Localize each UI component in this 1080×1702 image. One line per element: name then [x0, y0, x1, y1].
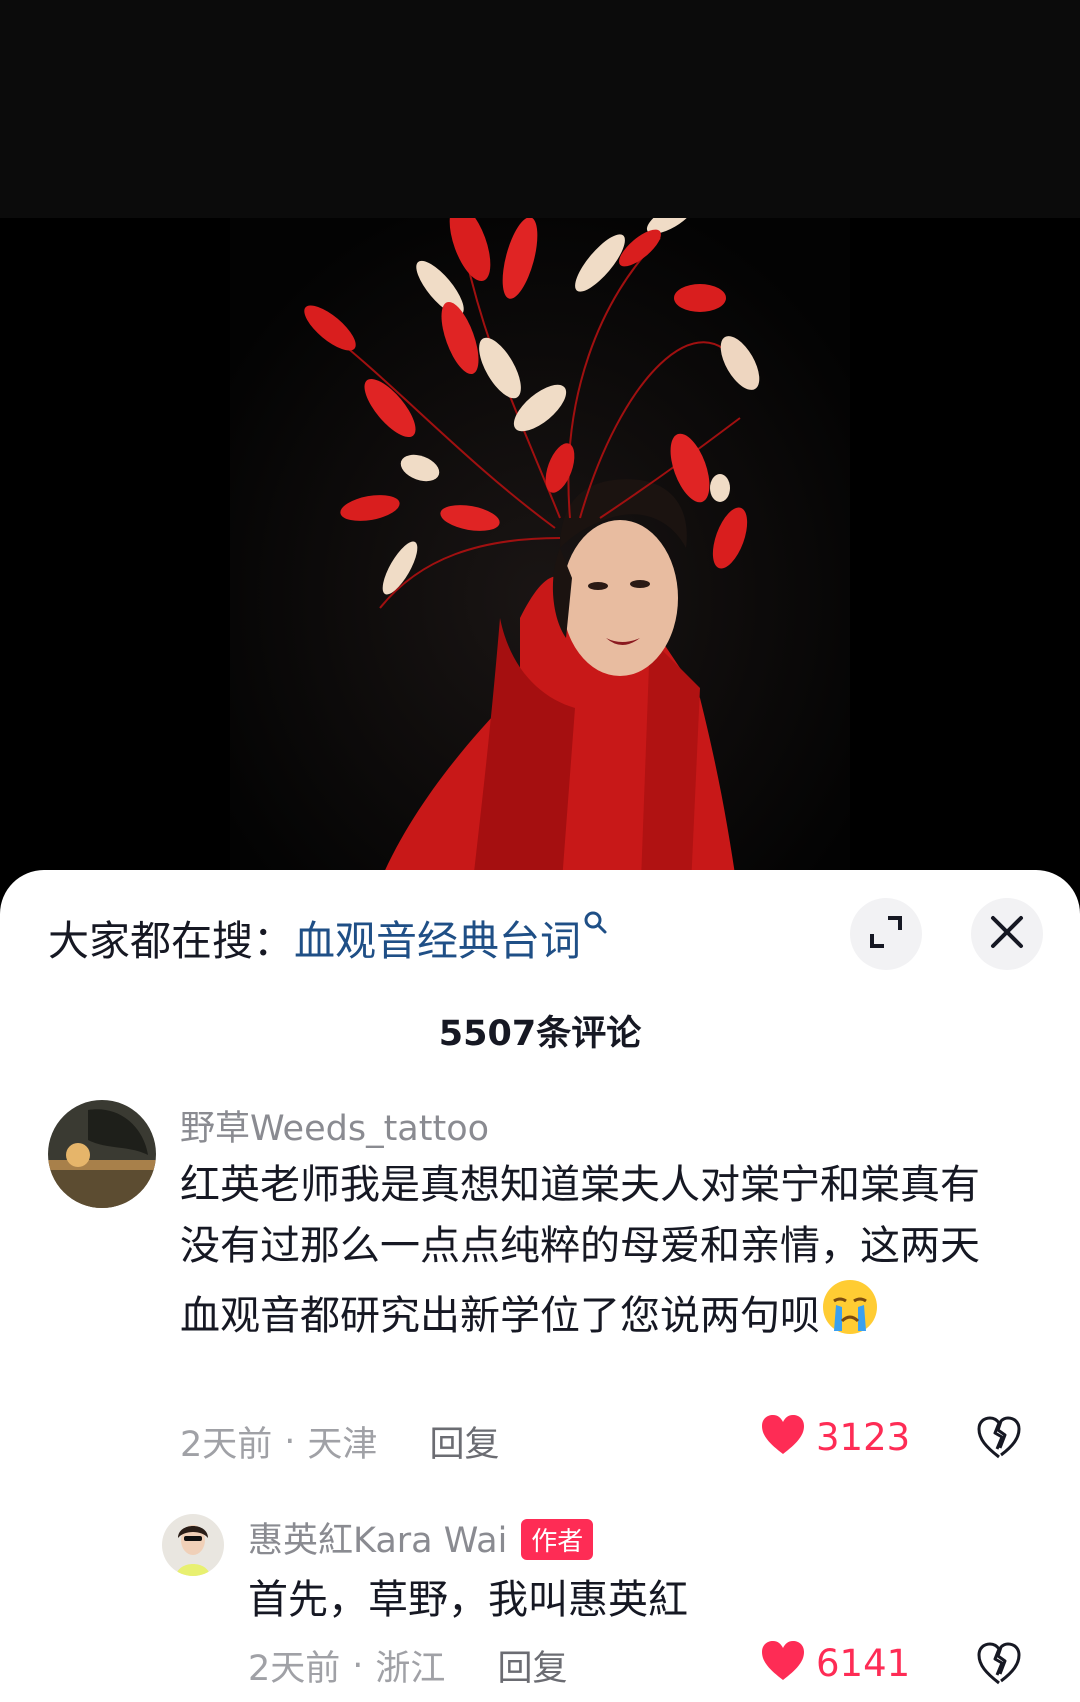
comment-sheet: 大家都在搜： 血观音经典台词 5507条评论 野草Weeds_tattoo 红英… [0, 870, 1080, 1702]
portrait-image [0, 218, 1080, 908]
top-bar [0, 0, 1080, 218]
reply-meta: 2天前 · 浙江 回复 [248, 1640, 567, 1691]
reply-location: 浙江 [375, 1649, 446, 1689]
video-frame[interactable] [0, 218, 1080, 908]
reply-username-text: 惠英紅Kara Wai [248, 1521, 508, 1561]
reply-time: 2天前 [248, 1649, 341, 1689]
reply-avatar[interactable] [162, 1514, 224, 1576]
reply-like-count: 6141 [816, 1641, 911, 1685]
meta-separator: · [352, 1645, 364, 1686]
reply-item: 惠英紅Kara Wai 作者 首先，草野，我叫惠英紅 2天前 · 浙江 回复 61… [0, 870, 1080, 1702]
dislike-icon[interactable] [976, 1642, 1022, 1690]
reply-like-button[interactable]: 6141 [760, 1640, 910, 1686]
reply-username[interactable]: 惠英紅Kara Wai 作者 [248, 1512, 594, 1563]
reply-button[interactable]: 回复 [497, 1640, 567, 1691]
heart-filled-icon [760, 1640, 806, 1686]
author-badge: 作者 [521, 1519, 594, 1560]
reply-text: 首先，草野，我叫惠英紅 [248, 1577, 688, 1623]
